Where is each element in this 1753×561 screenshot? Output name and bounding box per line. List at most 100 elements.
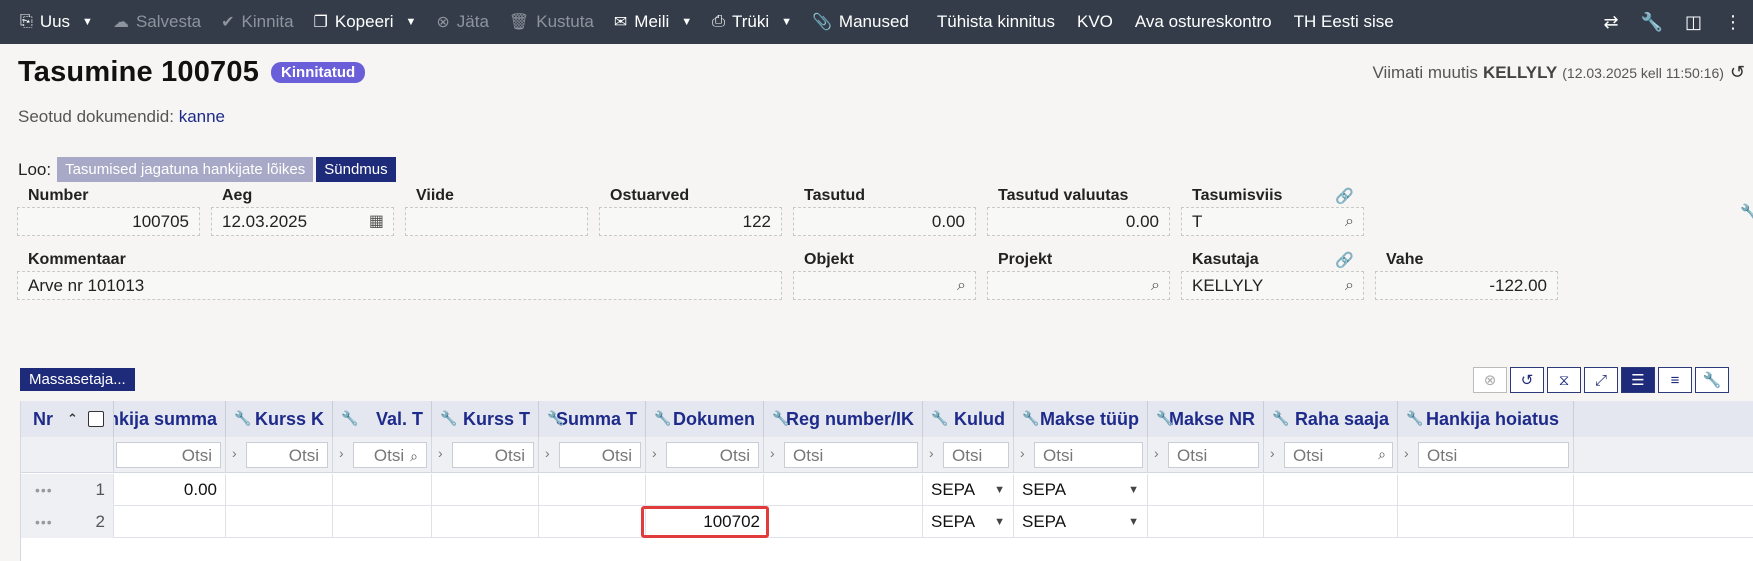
filter-input[interactable]: Otsi [784,442,918,468]
header-reg-number[interactable]: 🔧 Reg number/IK [764,401,923,437]
header-nr[interactable]: Nr ⌃ [21,401,114,437]
settings-wrench-icon[interactable]: 🔧 [1695,367,1729,393]
new-button[interactable]: ⎘ Uus ▼ [0,0,103,44]
filter-input[interactable]: Otsi ⌕ [353,442,427,468]
search-icon[interactable]: ⌕ [1345,208,1354,235]
cell-hankija-summa[interactable] [114,506,226,538]
cell-val-t[interactable] [333,506,432,538]
create-event-button[interactable]: Sündmus [316,157,396,182]
filter-input[interactable]: Otsi ⌕ [1284,442,1393,468]
more-icon[interactable]: ⋮ [1713,0,1753,44]
wrench-icon[interactable]: 🔧 [1630,0,1674,44]
list-view-icon[interactable]: ☰ [1621,367,1655,393]
filter-input[interactable]: Otsi [246,442,328,468]
search-icon[interactable]: ⌕ [957,272,966,299]
cell-hankija-hoiatus[interactable] [1398,506,1574,538]
cell-kurss-t[interactable] [432,474,539,506]
calendar-icon[interactable]: ▦ [369,208,384,235]
copy-caret-icon[interactable]: ▼ [405,16,416,28]
link-icon[interactable]: 🔗 [1335,187,1354,205]
tasutud-input[interactable]: 0.00 [793,207,976,236]
cell-val-t[interactable] [333,474,432,506]
massasetaja-button[interactable]: Massasetaja... [20,368,135,391]
objekt-input[interactable]: ⌕ [793,271,976,300]
chevron-right-icon[interactable]: › [438,445,443,461]
chevron-right-icon[interactable]: › [1020,445,1025,461]
wrench-icon[interactable]: 🔧 [1740,203,1753,221]
cell-kurss-k[interactable] [226,474,333,506]
search-icon[interactable]: ⌕ [1378,446,1386,463]
chevron-right-icon[interactable]: › [339,445,344,461]
cancel-confirmation-button[interactable]: Tühista kinnitus [919,0,1065,44]
kommentaar-input[interactable]: Arve nr 101013 [17,271,782,300]
cell-summa-t[interactable] [539,474,646,506]
header-val-t[interactable]: 🔧 Val. T [333,401,432,437]
mail-button[interactable]: ✉ Meili ▼ [604,0,702,44]
cell-reg-number[interactable] [769,506,923,538]
cell-raha-saaja[interactable] [1264,474,1398,506]
open-ledger-button[interactable]: Ava ostureskontro [1123,0,1282,44]
header-kurss-k[interactable]: 🔧 Kurss K [226,401,333,437]
panel-icon[interactable]: ◫ [1674,0,1713,44]
chevron-right-icon[interactable]: › [545,445,550,461]
number-input[interactable]: 100705 [17,207,200,236]
filter-input[interactable]: Otsi [1034,442,1143,468]
search-icon[interactable]: ⌕ [1151,272,1160,299]
attachments-button[interactable]: 📎 Manused [802,0,919,44]
header-kulud[interactable]: 🔧 Kulud [923,401,1014,437]
filter-input[interactable]: Otsi [1168,442,1259,468]
caret-down-icon[interactable]: ▼ [1128,506,1139,538]
swap-icon[interactable]: ⇄ [1592,0,1629,44]
cell-makse-nr[interactable] [1148,506,1264,538]
copy-button[interactable]: ❐ Kopeeri ▼ [304,0,427,44]
chevron-right-icon[interactable]: › [1270,445,1275,461]
header-makse-tyyp[interactable]: 🔧 Makse tüüp [1014,401,1148,437]
caret-down-icon[interactable]: ▼ [1128,474,1139,506]
row-menu-icon[interactable]: ••• [35,474,53,506]
header-kurss-t[interactable]: 🔧 Kurss T [432,401,539,437]
expand-icon[interactable]: ⤢ [1584,367,1618,393]
chevron-right-icon[interactable]: › [1154,445,1159,461]
cell-reg-number[interactable] [764,474,923,506]
undo-icon[interactable]: ↺ [1510,367,1544,393]
cell-summa-t[interactable] [539,506,646,538]
related-link-kanne[interactable]: kanne [179,107,225,126]
filter-input[interactable]: Otsi [452,442,534,468]
chevron-right-icon[interactable]: › [929,445,934,461]
save-button[interactable]: ☁ Salvesta [103,0,211,44]
cell-raha-saaja[interactable] [1264,506,1398,538]
header-raha-saaja[interactable]: 🔧 Raha saaja [1264,401,1398,437]
cell-kulud-select[interactable]: SEPA ▼ [923,506,1014,538]
new-caret-icon[interactable]: ▼ [82,16,93,28]
vahe-input[interactable]: -122.00 [1375,271,1558,300]
leave-button[interactable]: ⊗ Jäta [426,0,499,44]
kvo-button[interactable]: KVO [1065,0,1123,44]
tasutud-valuutas-input[interactable]: 0.00 [987,207,1170,236]
header-makse-nr[interactable]: 🔧 Makse NR [1148,401,1264,437]
cell-makse-tyyp-select[interactable]: SEPA ▼ [1014,506,1148,538]
cell-dokument-highlighted[interactable]: 100702 [641,506,769,538]
chevron-right-icon[interactable]: › [232,445,237,461]
projekt-input[interactable]: ⌕ [987,271,1170,300]
cell-hankija-summa[interactable]: 0.00 [114,474,226,506]
header-hankija-summa[interactable]: nkija summa [114,401,226,437]
filter-clear-icon[interactable]: ⧖ [1547,367,1581,393]
select-all-checkbox[interactable] [87,411,104,427]
search-icon[interactable]: ⌕ [410,448,418,464]
cell-kurss-t[interactable] [432,506,539,538]
filter-input[interactable]: Otsi [943,442,1009,468]
filter-input[interactable]: Otsi [116,442,221,468]
chevron-right-icon[interactable]: › [1404,445,1409,461]
ostuarved-input[interactable]: 122 [599,207,782,236]
row-number[interactable]: ••• 1 [21,474,114,506]
th-eesti-button[interactable]: TH Eesti sise [1282,0,1404,44]
clear-icon[interactable]: ⊗ [1473,367,1507,393]
header-dokument[interactable]: 🔧 Dokumen [646,401,764,437]
history-icon[interactable]: ↺ [1730,62,1745,83]
mail-caret-icon[interactable]: ▼ [681,16,692,28]
compact-view-icon[interactable]: ≡ [1658,367,1692,393]
link-icon[interactable]: 🔗 [1335,251,1354,269]
aeg-input[interactable]: 12.03.2025 ▦ [211,207,394,236]
cell-makse-nr[interactable] [1148,474,1264,506]
filter-input[interactable]: Otsi [1418,442,1569,468]
